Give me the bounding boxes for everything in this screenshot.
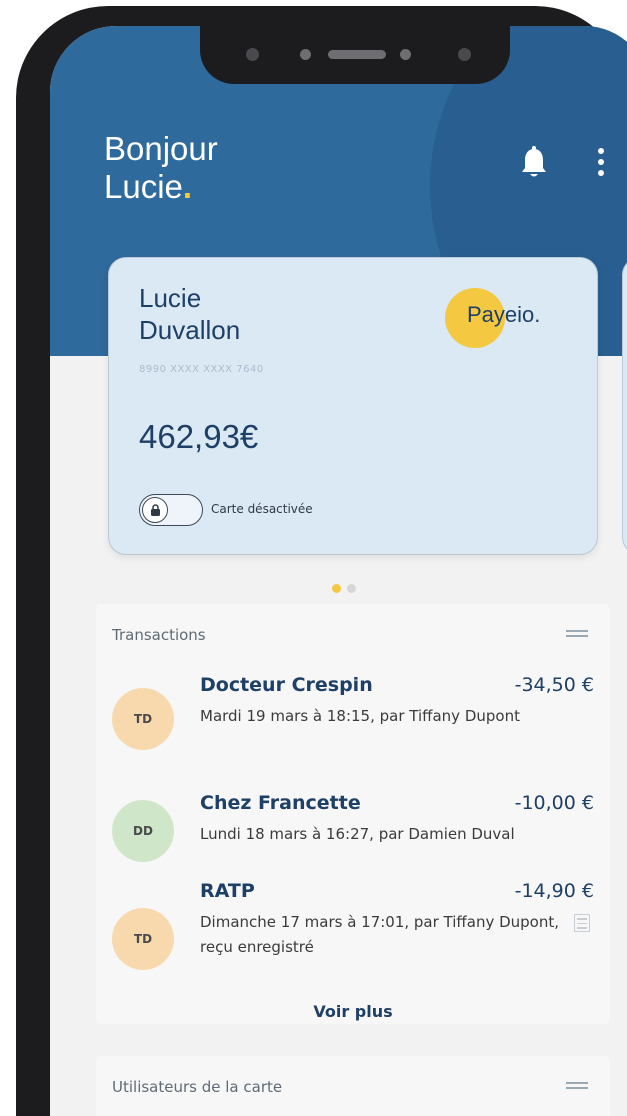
card-pager [332, 578, 362, 597]
transaction-amount: -14,90 € [514, 880, 594, 902]
pager-dot-active[interactable] [332, 584, 341, 593]
toggle-knob [142, 497, 168, 523]
phone-frame: Bonjour Lucie. Lucie Duvallon Payeio. 89… [16, 6, 627, 1116]
pager-dot[interactable] [347, 584, 356, 593]
avatar: DD [112, 800, 174, 862]
transaction-merchant: RATP [200, 880, 255, 902]
lock-icon [151, 504, 160, 516]
app-screen: Bonjour Lucie. Lucie Duvallon Payeio. 89… [50, 26, 627, 1116]
sensor-dot [400, 49, 411, 60]
greeting-line-1: Bonjour [104, 130, 218, 167]
card-status-label: Carte désactivée [211, 502, 313, 516]
card-holder-name: Lucie Duvallon [139, 282, 240, 346]
transaction-amount: -10,00 € [514, 792, 594, 814]
drag-handle-icon[interactable] [566, 1082, 588, 1090]
transaction-description: Mardi 19 mars à 18:15, par Tiffany Dupon… [200, 707, 520, 725]
transaction-amount: -34,50 € [514, 674, 594, 696]
see-more-link[interactable]: Voir plus [96, 1002, 610, 1021]
transaction-merchant: Docteur Crespin [200, 674, 373, 696]
phone-notch [200, 26, 510, 84]
card-activation-toggle[interactable] [139, 494, 203, 526]
transactions-title: Transactions [112, 626, 206, 644]
avatar: TD [112, 908, 174, 970]
camera-icon [246, 48, 259, 61]
transaction-description: Dimanche 17 mars à 17:01, par Tiffany Du… [200, 913, 560, 956]
logo-text: Payeio. [467, 302, 541, 327]
bell-icon[interactable] [520, 146, 548, 180]
transaction-merchant: Chez Francette [200, 792, 361, 814]
greeting-line-2: Lucie. [104, 168, 218, 206]
sensor-dot [300, 49, 311, 60]
transactions-panel: Transactions TD Docteur Crespin -34,50 €… [96, 604, 610, 1024]
greeting-user-name: Lucie [104, 168, 183, 205]
card-holder-last-name: Duvallon [139, 315, 241, 345]
card-number: 8990 XXXX XXXX 7640 [139, 364, 264, 375]
card-users-title: Utilisateurs de la carte [112, 1078, 283, 1096]
card-holder-first-name: Lucie [139, 283, 202, 313]
drag-handle-icon[interactable] [566, 630, 588, 638]
greeting-accent-dot: . [182, 168, 193, 205]
avatar: TD [112, 688, 174, 750]
payment-card[interactable]: Lucie Duvallon Payeio. 8990 XXXX XXXX 76… [108, 257, 598, 555]
greeting-title: Bonjour Lucie. [104, 130, 218, 206]
more-options-icon[interactable] [596, 148, 606, 182]
speaker-grille [328, 50, 386, 59]
receipt-icon[interactable] [574, 914, 590, 932]
transaction-description: Lundi 18 mars à 16:27, par Damien Duval [200, 825, 515, 843]
next-card-preview[interactable] [622, 257, 627, 555]
payeio-logo: Payeio. [445, 288, 585, 348]
card-balance: 462,93€ [139, 418, 259, 455]
card-users-panel: Utilisateurs de la carte [96, 1056, 610, 1116]
camera-icon [458, 48, 471, 61]
